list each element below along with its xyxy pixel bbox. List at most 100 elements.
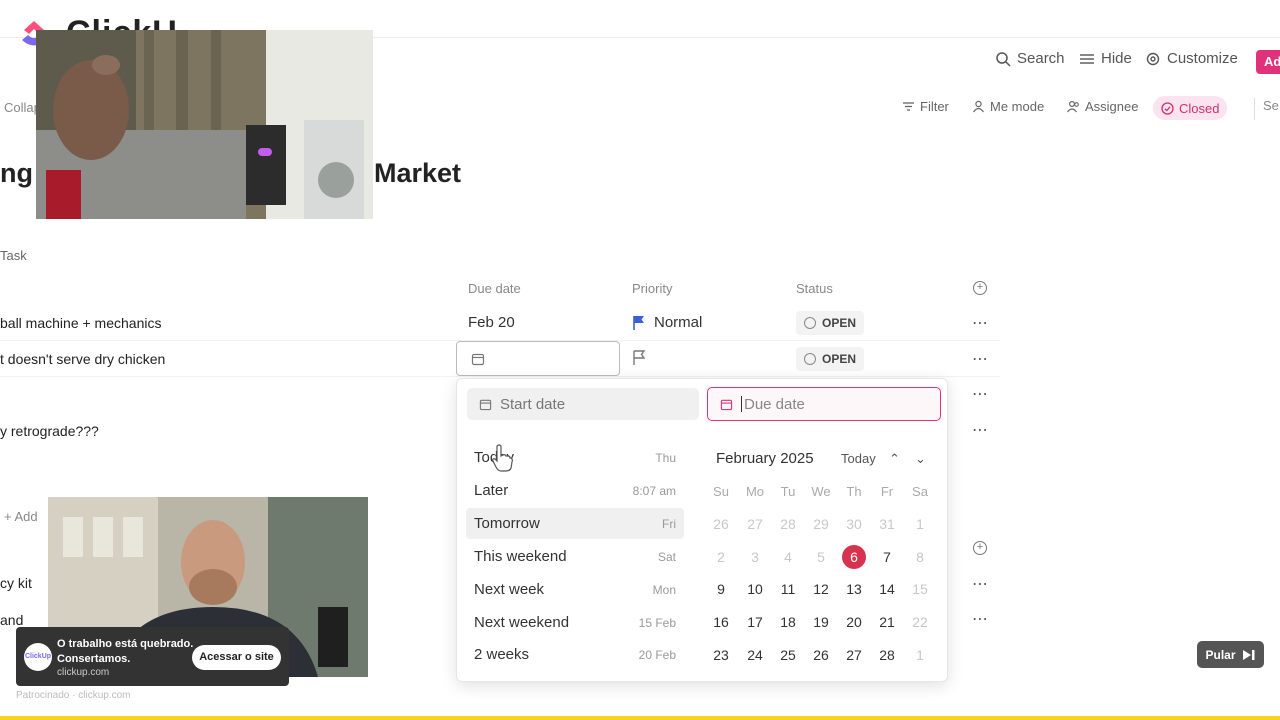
weekday-label: Mo [745, 484, 765, 499]
closed-filter-pill[interactable]: Closed [1153, 96, 1228, 120]
calendar-day[interactable]: 1 [908, 512, 932, 536]
calendar-day[interactable]: 31 [875, 512, 899, 536]
filter-button[interactable]: Filter [902, 99, 949, 114]
shortcut-2-weeks[interactable]: 2 weeks 20 Feb [466, 639, 684, 670]
calendar-day[interactable]: 25 [776, 643, 800, 667]
calendar-day[interactable]: 28 [776, 512, 800, 536]
calendar-day[interactable]: 3 [743, 545, 767, 569]
row-5-more-icon[interactable]: ⋯ [972, 574, 989, 594]
customize-button[interactable]: Customize [1145, 50, 1238, 67]
status-column-header[interactable]: Status [796, 281, 833, 296]
calendar-day[interactable]: 17 [743, 610, 767, 634]
calendar-day[interactable]: 23 [709, 643, 733, 667]
task-name-row-4[interactable]: y retrograde??? [0, 423, 99, 439]
row-1-more-icon[interactable]: ⋯ [972, 313, 989, 333]
calendar-day[interactable]: 26 [809, 643, 833, 667]
row-4-more-icon[interactable]: ⋯ [972, 420, 989, 440]
calendar-day[interactable]: 14 [875, 577, 899, 601]
calendar-day[interactable]: 15 [908, 577, 932, 601]
chevron-up-icon[interactable]: ⌃ [889, 451, 900, 467]
calendar-day[interactable]: 29 [809, 512, 833, 536]
search-button[interactable]: Search [995, 50, 1065, 67]
chevron-down-icon[interactable]: ⌄ [915, 451, 926, 467]
start-date-field[interactable]: Start date [467, 388, 699, 420]
calendar-day[interactable]: 18 [776, 610, 800, 634]
priority-row-1[interactable]: Normal [632, 314, 702, 331]
task-name-row-2[interactable]: t doesn't serve dry chicken [0, 351, 165, 367]
add-column-icon[interactable]: + [973, 281, 987, 295]
calendar-icon [720, 399, 733, 410]
calendar-day[interactable]: 22 [908, 610, 932, 634]
task-column-header: Task [0, 248, 27, 263]
assignee-button[interactable]: Assignee [1067, 99, 1138, 114]
add-task-button[interactable]: + Add [4, 509, 38, 524]
hand-cursor-icon [492, 444, 513, 472]
calendar-day-today[interactable]: 6 [842, 545, 866, 569]
ad-subheadline: Consertamos. [57, 653, 131, 665]
calendar-day[interactable]: 13 [842, 577, 866, 601]
weekday-label: Tu [780, 484, 796, 499]
ad-visit-site-button[interactable]: Acessar o site [192, 645, 281, 670]
due-date-field[interactable]: Due date [707, 387, 941, 421]
skip-ad-button[interactable]: Pular [1197, 641, 1264, 668]
calendar-day[interactable]: 21 [875, 610, 899, 634]
weekday-label: Fr [880, 484, 894, 499]
calendar-day[interactable]: 19 [809, 610, 833, 634]
calendar-day[interactable]: 5 [809, 545, 833, 569]
closed-label: Closed [1179, 100, 1220, 116]
due-date-column-header[interactable]: Due date [468, 281, 521, 296]
calendar-day[interactable]: 8 [908, 545, 932, 569]
due-date-row-1[interactable]: Feb 20 [468, 314, 515, 331]
calendar-day[interactable]: 30 [842, 512, 866, 536]
status-label: OPEN [822, 352, 857, 366]
add-button[interactable]: Ad [1256, 50, 1280, 74]
row-2-more-icon[interactable]: ⋯ [972, 349, 989, 369]
task-name-row-5[interactable]: cy kit [0, 575, 32, 591]
calendar-day[interactable]: 7 [875, 545, 899, 569]
shortcut-next-week[interactable]: Next week Mon [466, 574, 684, 605]
ad-overlay[interactable]: ClickUp O trabalho está quebrado. Conser… [16, 627, 289, 686]
calendar-day[interactable]: 4 [776, 545, 800, 569]
flag-outline-icon[interactable] [632, 350, 646, 365]
faded-background-list [36, 228, 39, 246]
task-name-row-6[interactable]: and [0, 612, 23, 628]
shortcut-next-weekend[interactable]: Next weekend 15 Feb [466, 607, 684, 638]
page-title-left: ng [0, 158, 33, 188]
calendar-day[interactable]: 26 [709, 512, 733, 536]
calendar-icon [471, 353, 485, 366]
calendar-day[interactable]: 2 [709, 545, 733, 569]
hide-label: Hide [1101, 50, 1132, 67]
status-badge-row-1[interactable]: OPEN [796, 311, 865, 335]
shortcut-hint: Thu [655, 450, 676, 465]
calendar-day[interactable]: 20 [842, 610, 866, 634]
gear-icon [1146, 52, 1160, 65]
calendar-today-button[interactable]: Today [841, 451, 876, 466]
shortcut-later[interactable]: Later 8:07 am [466, 475, 684, 506]
calendar-day[interactable]: 12 [809, 577, 833, 601]
calendar-day[interactable]: 10 [743, 577, 767, 601]
calendar-day[interactable]: 16 [709, 610, 733, 634]
search-tasks-input[interactable]: Se [1254, 98, 1280, 120]
status-badge-row-2[interactable]: OPEN [796, 347, 865, 371]
hide-button[interactable]: Hide [1079, 50, 1132, 67]
row-3-more-icon[interactable]: ⋯ [972, 384, 989, 404]
video-progress-bar[interactable] [0, 716, 1280, 720]
calendar-day[interactable]: 28 [875, 643, 899, 667]
calendar-day[interactable]: 27 [743, 512, 767, 536]
shortcut-label: 2 weeks [474, 646, 530, 663]
status-circle-icon [804, 317, 816, 329]
calendar-day[interactable]: 1 [908, 643, 932, 667]
me-mode-button[interactable]: Me mode [972, 99, 1044, 114]
priority-column-header[interactable]: Priority [632, 281, 672, 296]
calendar-day[interactable]: 9 [709, 577, 733, 601]
shortcut-this-weekend[interactable]: This weekend Sat [466, 541, 684, 572]
calendar-day[interactable]: 24 [743, 643, 767, 667]
calendar-day[interactable]: 27 [842, 643, 866, 667]
shortcut-tomorrow[interactable]: Tomorrow Fri [466, 508, 684, 539]
row-6-more-icon[interactable]: ⋯ [972, 609, 989, 629]
assignee-label: Assignee [1085, 99, 1139, 114]
task-name-row-1[interactable]: ball machine + mechanics [0, 315, 161, 331]
due-date-input-row-2[interactable] [456, 341, 620, 376]
calendar-day[interactable]: 11 [776, 577, 800, 601]
add-column-icon-2[interactable]: + [973, 541, 987, 555]
